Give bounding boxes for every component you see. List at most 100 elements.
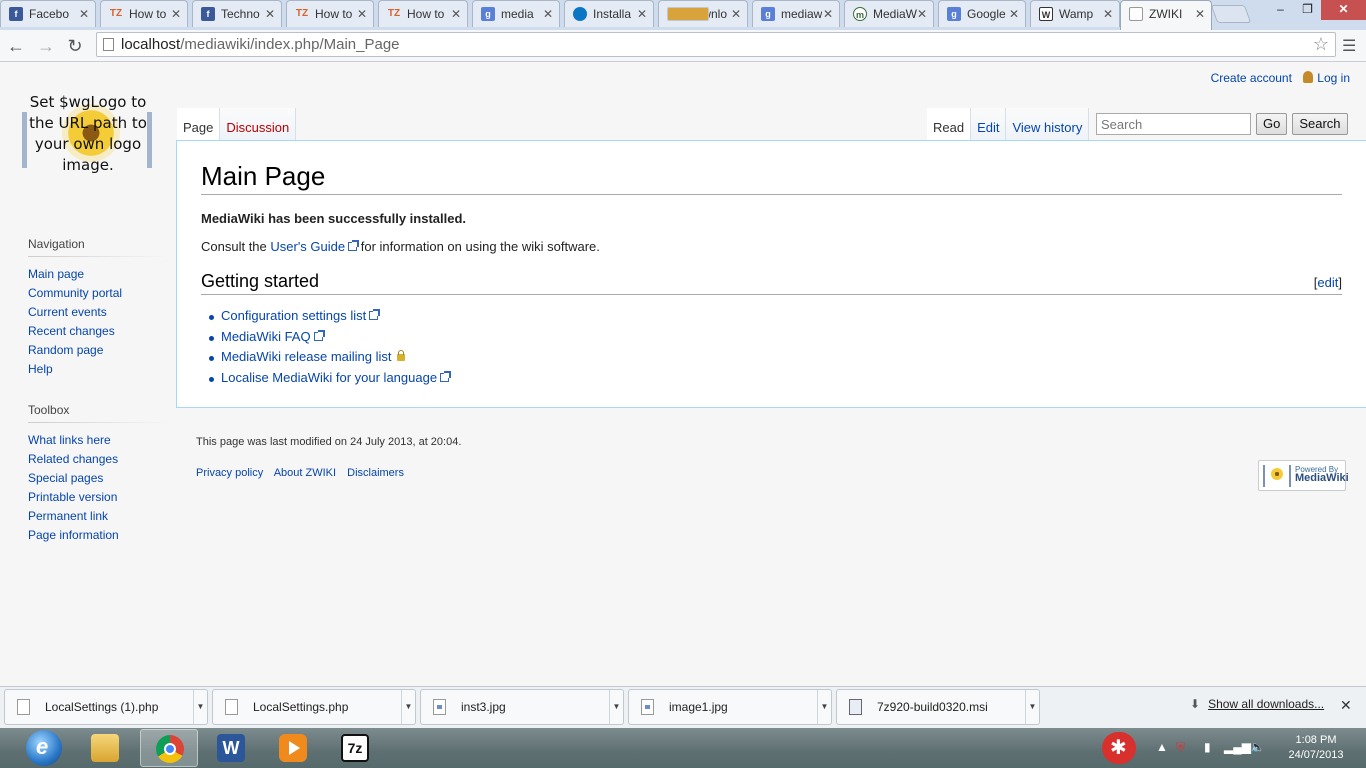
download-shelf: LocalSettings (1).php ▼ LocalSettings.php… — [0, 686, 1366, 728]
browser-tab[interactable]: W Wamp ✕ — [1030, 0, 1120, 27]
url-host: localhost — [121, 36, 181, 53]
toolbox-item-page-information[interactable]: Page information — [28, 528, 119, 542]
show-all-downloads-link[interactable]: ⬇ Show all downloads... — [1190, 697, 1324, 711]
close-tab-icon[interactable]: ✕ — [79, 1, 89, 27]
bookmark-star-icon[interactable]: ☆ — [1313, 33, 1329, 56]
log-in-link[interactable]: Log in — [1317, 71, 1350, 85]
close-tab-icon[interactable]: ✕ — [1195, 1, 1205, 27]
browser-tab[interactable]: g Google ✕ — [938, 0, 1026, 27]
create-account-link[interactable]: Create account — [1211, 71, 1292, 85]
about-link[interactable]: About ZWIKI — [274, 467, 336, 479]
browser-tab[interactable]: g media ✕ — [472, 0, 560, 27]
disclaimers-link[interactable]: Disclaimers — [347, 467, 404, 479]
taskbar-app[interactable] — [140, 729, 198, 767]
browser-tab[interactable]: f Facebo ✕ — [0, 0, 96, 27]
browser-tab[interactable]: TZ How to ✕ — [100, 0, 188, 27]
taskbar-app[interactable]: 7z — [326, 729, 384, 767]
close-window-icon[interactable]: ✕ — [1321, 0, 1366, 20]
taskbar-app[interactable] — [264, 729, 322, 767]
show-hidden-icons-icon[interactable]: ▲ — [1156, 740, 1168, 754]
close-tab-icon[interactable]: ✕ — [823, 1, 833, 27]
privacy-policy-link[interactable]: Privacy policy — [196, 467, 263, 479]
tray-app-icon[interactable] — [1102, 732, 1136, 764]
close-tab-icon[interactable]: ✕ — [171, 1, 181, 27]
list-item: Localise MediaWiki for your language — [209, 368, 1342, 389]
download-item[interactable]: inst3.jpg ▼ — [420, 689, 624, 725]
wiki-logo[interactable]: Set $wgLogo to the URL path to your own … — [22, 92, 154, 202]
dropdown-arrow-icon[interactable]: ▼ — [609, 690, 623, 724]
back-arrow-icon[interactable]: ← — [4, 34, 28, 58]
sidebar-item-random-page[interactable]: Random page — [28, 343, 103, 357]
close-tab-icon[interactable]: ✕ — [1009, 1, 1019, 27]
close-tab-icon[interactable]: ✕ — [1103, 1, 1113, 27]
taskbar-app[interactable] — [76, 729, 134, 767]
footer: This page was last modified on 24 July 2… — [196, 436, 461, 479]
sidebar-item-recent-changes[interactable]: Recent changes — [28, 324, 115, 338]
reload-icon[interactable]: ↻ — [63, 34, 87, 58]
browser-tab[interactable]: TZ How to ✕ — [286, 0, 374, 27]
new-tab-button[interactable] — [1210, 5, 1252, 23]
start-button[interactable]: e — [26, 730, 62, 766]
network-icon[interactable]: ▂▄▆ — [1224, 740, 1251, 754]
close-tab-icon[interactable]: ✕ — [357, 1, 367, 27]
forward-arrow-icon[interactable]: → — [34, 34, 58, 58]
address-bar[interactable]: localhost/mediawiki/index.php/Main_Page … — [96, 32, 1336, 57]
volume-icon[interactable]: 🔈 — [1250, 740, 1265, 754]
tab-discussion[interactable]: Discussion — [220, 108, 297, 140]
sidebar-item-community-portal[interactable]: Community portal — [28, 286, 122, 300]
tab-view-history[interactable]: View history — [1006, 108, 1090, 140]
tab-read[interactable]: Read — [927, 108, 972, 140]
dropdown-arrow-icon[interactable]: ▼ — [401, 690, 415, 724]
browser-tab[interactable]: Installa ✕ — [564, 0, 654, 27]
go-button[interactable]: Go — [1256, 113, 1288, 135]
user-icon — [1303, 71, 1314, 83]
taskbar-app[interactable]: W — [202, 729, 260, 767]
powered-by-mediawiki-badge[interactable]: Powered By MediaWiki — [1258, 460, 1349, 491]
minimize-icon[interactable]: ‒ — [1267, 0, 1294, 20]
close-tab-icon[interactable]: ✕ — [265, 1, 275, 27]
dropdown-arrow-icon[interactable]: ▼ — [193, 690, 207, 724]
clock[interactable]: 1:08 PM 24/07/2013 — [1280, 733, 1352, 763]
maximize-icon[interactable]: ❐ — [1294, 0, 1321, 20]
tab-edit[interactable]: Edit — [971, 108, 1007, 140]
browser-tab[interactable]: m MediaW ✕ — [844, 0, 934, 27]
download-item[interactable]: LocalSettings.php ▼ — [212, 689, 416, 725]
toolbox-item-what-links-here[interactable]: What links here — [28, 433, 111, 447]
dropdown-arrow-icon[interactable]: ▼ — [817, 690, 831, 724]
browser-tab[interactable]: g mediaw ✕ — [752, 0, 840, 27]
download-item[interactable]: 7z920-build0320.msi ▼ — [836, 689, 1040, 725]
download-item[interactable]: LocalSettings (1).php ▼ — [4, 689, 208, 725]
close-tab-icon[interactable]: ✕ — [637, 1, 647, 27]
close-shelf-icon[interactable]: ✕ — [1340, 697, 1352, 714]
browser-tab[interactable]: TZ How to ✕ — [378, 0, 468, 27]
installer-icon — [849, 699, 862, 715]
mailing-list-link[interactable]: MediaWiki release mailing list — [221, 349, 405, 364]
users-guide-link[interactable]: User's Guide — [270, 239, 360, 254]
antivirus-icon[interactable]: ⛨ — [1176, 740, 1185, 755]
search-input[interactable] — [1096, 113, 1251, 135]
download-item[interactable]: image1.jpg ▼ — [628, 689, 832, 725]
toolbox-item-permanent-link[interactable]: Permanent link — [28, 509, 108, 523]
browser-tab[interactable]: Downlo✕ — [658, 0, 748, 27]
toolbox-item-related-changes[interactable]: Related changes — [28, 452, 118, 466]
close-tab-icon[interactable]: ✕ — [451, 1, 461, 27]
section-edit-link[interactable]: edit — [1317, 275, 1338, 290]
browser-tab[interactable]: f Techno ✕ — [192, 0, 282, 27]
configuration-settings-link[interactable]: Configuration settings list — [221, 308, 381, 323]
sidebar-item-current-events[interactable]: Current events — [28, 305, 107, 319]
sidebar-item-main-page[interactable]: Main page — [28, 267, 84, 281]
close-tab-icon[interactable]: ✕ — [543, 1, 553, 27]
dropdown-arrow-icon[interactable]: ▼ — [1025, 690, 1039, 724]
chrome-menu-icon[interactable]: ☰ — [1342, 36, 1356, 56]
close-tab-icon[interactable]: ✕ — [731, 1, 741, 27]
tab-page[interactable]: Page — [177, 108, 221, 140]
search-button[interactable]: Search — [1292, 113, 1348, 135]
localise-link[interactable]: Localise MediaWiki for your language — [221, 370, 452, 385]
browser-tab-active[interactable]: ZWIKI ✕ — [1120, 0, 1212, 30]
toolbox-item-special-pages[interactable]: Special pages — [28, 471, 103, 485]
mediawiki-faq-link[interactable]: MediaWiki FAQ — [221, 329, 325, 344]
battery-icon[interactable]: ▮ — [1204, 740, 1211, 754]
close-tab-icon[interactable]: ✕ — [917, 1, 927, 27]
toolbox-item-printable-version[interactable]: Printable version — [28, 490, 117, 504]
sidebar-item-help[interactable]: Help — [28, 362, 53, 376]
